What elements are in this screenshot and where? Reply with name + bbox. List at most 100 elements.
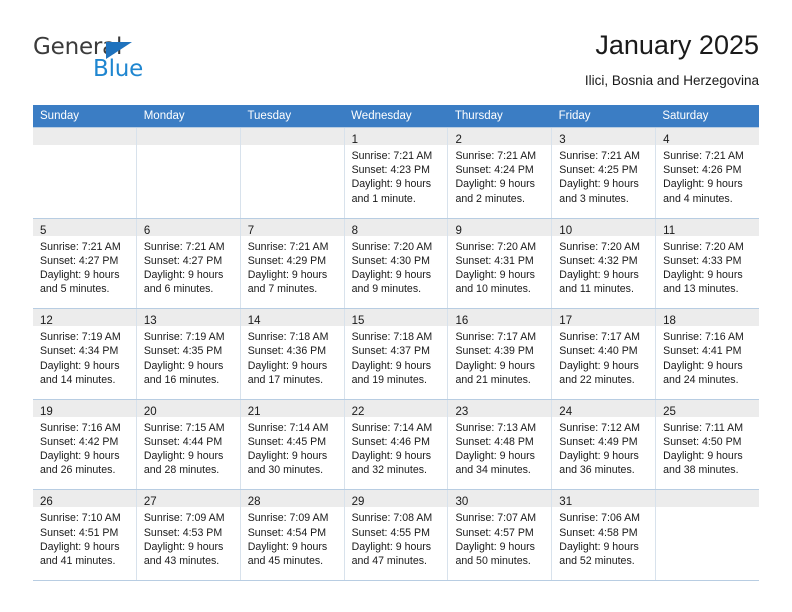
calendar-day-cell[interactable]: 1 Sunrise: 7:21 AM Sunset: 4:23 PM Daylight… bbox=[344, 128, 449, 218]
day-number: 25 bbox=[663, 405, 676, 418]
daylight-text: Daylight: 9 hours bbox=[351, 359, 432, 372]
day-number-bar: 29 bbox=[344, 490, 448, 508]
day-number: 12 bbox=[40, 315, 53, 328]
weekday-header-sunday: Sunday bbox=[40, 110, 80, 122]
weekday-header-thursday: Thursday bbox=[454, 110, 503, 122]
calendar-day-cell[interactable]: 12 Sunrise: 7:19 AM Sunset: 4:34 PM Dayligh… bbox=[33, 309, 137, 399]
sunrise-text: Sunrise: 7:21 AM bbox=[559, 150, 640, 162]
daylight-text: Daylight: 9 hours bbox=[455, 178, 535, 191]
calendar-day-cell[interactable]: 7 Sunrise: 7:21 AM Sunset: 4:29 PM Daylight… bbox=[240, 218, 345, 309]
daylight-text: Daylight: 9 hours bbox=[247, 269, 328, 281]
day-number: 8 bbox=[351, 224, 358, 237]
day-number: 10 bbox=[559, 224, 573, 237]
day-details bbox=[33, 145, 136, 149]
day-number-bar: 10 bbox=[552, 218, 656, 237]
sunrise-text: Sunrise: 7:21 AM bbox=[40, 240, 121, 253]
day-details: Sunrise: 7:16 AM Sunset: 4:41 PM Daylight:… bbox=[656, 326, 759, 387]
daylight-text: Daylight: 9 hours bbox=[351, 269, 432, 281]
sunrise-text: Sunrise: 7:14 AM bbox=[351, 421, 433, 434]
calendar-day-cell[interactable]: 20 Sunrise: 7:15 AM Sunset: 4:44 PM Dayligh… bbox=[136, 399, 241, 490]
daylight-text-cont: and 21 minutes. bbox=[455, 373, 531, 386]
calendar-day-cell[interactable]: 28 Sunrise: 7:09 AM Sunset: 4:54 PM Dayligh… bbox=[240, 490, 345, 580]
calendar-day-cell[interactable]: 27 Sunrise: 7:09 AM Sunset: 4:53 PM Dayligh… bbox=[136, 490, 241, 580]
calendar-day-cell[interactable]: 26 Sunrise: 7:10 AM Sunset: 4:51 PM Dayligh… bbox=[33, 490, 137, 580]
sunset-text: Sunset: 4:32 PM bbox=[559, 254, 638, 267]
calendar-day-cell[interactable]: 30 Sunrise: 7:07 AM Sunset: 4:57 PM Dayligh… bbox=[448, 490, 553, 580]
day-number-bar: 18 bbox=[656, 309, 760, 327]
calendar-day-cell[interactable]: 25 Sunrise: 7:11 AM Sunset: 4:50 PM Dayligh… bbox=[656, 399, 760, 490]
calendar-day-cell[interactable]: 2 Sunrise: 7:21 AM Sunset: 4:24 PM Daylight… bbox=[448, 128, 553, 218]
calendar-day-cell-empty bbox=[33, 128, 137, 218]
calendar-day-cell[interactable]: 31 Sunrise: 7:06 AM Sunset: 4:58 PM Dayligh… bbox=[552, 490, 657, 580]
daylight-text-cont: and 22 minutes. bbox=[559, 373, 635, 386]
calendar-day-cell[interactable]: 4 Sunrise: 7:21 AM Sunset: 4:26 PM Daylight… bbox=[656, 128, 760, 218]
day-details: Sunrise: 7:21 AM Sunset: 4:29 PM Daylight:… bbox=[241, 236, 344, 297]
calendar-week-row: 1 Sunrise: 7:21 AM Sunset: 4:23 PM Daylight… bbox=[33, 127, 760, 219]
day-number-bar: 5 bbox=[33, 218, 136, 237]
sunrise-text: Sunrise: 7:18 AM bbox=[351, 331, 433, 344]
calendar-day-cell[interactable]: 22 Sunrise: 7:14 AM Sunset: 4:46 PM Dayligh… bbox=[344, 399, 449, 490]
daylight-text-cont: and 3 minutes. bbox=[559, 192, 629, 205]
day-number: 30 bbox=[455, 496, 469, 509]
calendar-day-cell[interactable]: 18 Sunrise: 7:16 AM Sunset: 4:41 PM Dayligh… bbox=[656, 309, 760, 399]
sunset-text: Sunset: 4:33 PM bbox=[663, 254, 742, 267]
calendar-day-cell[interactable]: 5 Sunrise: 7:21 AM Sunset: 4:27 PM Daylight… bbox=[33, 218, 137, 309]
sunrise-text: Sunrise: 7:19 AM bbox=[143, 331, 225, 344]
brand-name-bottom: Blue bbox=[93, 56, 144, 82]
daylight-text: Daylight: 9 hours bbox=[40, 359, 120, 372]
calendar-day-cell[interactable]: 8 Sunrise: 7:20 AM Sunset: 4:30 PM Daylight… bbox=[344, 218, 449, 309]
calendar-day-cell[interactable]: 3 Sunrise: 7:21 AM Sunset: 4:25 PM Daylight… bbox=[552, 128, 657, 218]
calendar-day-cell[interactable]: 23 Sunrise: 7:13 AM Sunset: 4:48 PM Dayligh… bbox=[448, 399, 553, 490]
day-number: 27 bbox=[143, 496, 157, 509]
calendar-day-cell[interactable]: 14 Sunrise: 7:18 AM Sunset: 4:36 PM Dayligh… bbox=[240, 309, 345, 399]
sunrise-text: Sunrise: 7:16 AM bbox=[40, 421, 121, 434]
calendar-day-cell[interactable]: 24 Sunrise: 7:12 AM Sunset: 4:49 PM Dayligh… bbox=[552, 399, 657, 490]
calendar-day-cell[interactable]: 9 Sunrise: 7:20 AM Sunset: 4:31 PM Daylight… bbox=[448, 218, 553, 309]
calendar-day-cell[interactable]: 16 Sunrise: 7:17 AM Sunset: 4:39 PM Dayligh… bbox=[448, 309, 553, 399]
daylight-text: Daylight: 9 hours bbox=[559, 269, 639, 281]
daylight-text: Daylight: 9 hours bbox=[351, 450, 432, 463]
calendar-day-cell[interactable]: 21 Sunrise: 7:14 AM Sunset: 4:45 PM Dayligh… bbox=[240, 399, 345, 490]
daylight-text: Daylight: 9 hours bbox=[247, 540, 328, 553]
brand-logo[interactable]: General Blue bbox=[33, 34, 233, 90]
calendar-week-row: 26 Sunrise: 7:10 AM Sunset: 4:51 PM Dayligh… bbox=[33, 490, 760, 581]
day-details: Sunrise: 7:07 AM Sunset: 4:57 PM Daylight:… bbox=[448, 507, 551, 568]
day-details: Sunrise: 7:21 AM Sunset: 4:23 PM Daylight:… bbox=[345, 145, 448, 206]
day-number: 16 bbox=[455, 315, 469, 328]
day-number-bar: 31 bbox=[552, 490, 656, 508]
calendar-day-cell[interactable]: 6 Sunrise: 7:21 AM Sunset: 4:27 PM Daylight… bbox=[136, 218, 241, 309]
day-number: 17 bbox=[559, 315, 573, 328]
day-details: Sunrise: 7:21 AM Sunset: 4:24 PM Daylight:… bbox=[448, 145, 551, 206]
calendar-day-cell[interactable]: 11 Sunrise: 7:20 AM Sunset: 4:33 PM Dayligh… bbox=[656, 218, 760, 309]
day-number: 24 bbox=[559, 405, 573, 418]
calendar-day-cell[interactable]: 10 Sunrise: 7:20 AM Sunset: 4:32 PM Dayligh… bbox=[552, 218, 657, 309]
sunrise-text: Sunrise: 7:20 AM bbox=[559, 240, 640, 253]
day-number-bar: 6 bbox=[136, 218, 240, 237]
sunset-text: Sunset: 4:23 PM bbox=[351, 164, 430, 177]
day-number-bar: 19 bbox=[33, 399, 136, 418]
calendar-day-cell[interactable]: 13 Sunrise: 7:19 AM Sunset: 4:35 PM Dayligh… bbox=[136, 309, 241, 399]
sunset-text: Sunset: 4:46 PM bbox=[351, 435, 430, 448]
day-details: Sunrise: 7:14 AM Sunset: 4:45 PM Daylight:… bbox=[241, 417, 344, 478]
sunrise-text: Sunrise: 7:14 AM bbox=[247, 421, 329, 434]
daylight-text-cont: and 45 minutes. bbox=[247, 554, 324, 567]
day-number-bar: 9 bbox=[448, 218, 552, 237]
sunrise-text: Sunrise: 7:20 AM bbox=[351, 240, 433, 253]
sunrise-text: Sunrise: 7:07 AM bbox=[455, 512, 537, 525]
calendar-day-cell[interactable]: 15 Sunrise: 7:18 AM Sunset: 4:37 PM Dayligh… bbox=[344, 309, 449, 399]
calendar-day-cell[interactable]: 29 Sunrise: 7:08 AM Sunset: 4:55 PM Dayligh… bbox=[344, 490, 449, 580]
day-number: 22 bbox=[351, 405, 365, 418]
day-number-bar: 12 bbox=[33, 309, 136, 328]
daylight-text-cont: and 38 minutes. bbox=[663, 464, 739, 477]
calendar-day-cell[interactable]: 19 Sunrise: 7:16 AM Sunset: 4:42 PM Dayligh… bbox=[33, 399, 137, 490]
sunset-text: Sunset: 4:55 PM bbox=[351, 526, 430, 539]
day-details: Sunrise: 7:20 AM Sunset: 4:30 PM Daylight:… bbox=[345, 236, 448, 297]
sunrise-text: Sunrise: 7:16 AM bbox=[663, 331, 744, 344]
day-number: 20 bbox=[143, 405, 157, 418]
day-number: 14 bbox=[247, 315, 261, 328]
daylight-text-cont: and 7 minutes. bbox=[247, 283, 318, 296]
calendar-day-cell[interactable]: 17 Sunrise: 7:17 AM Sunset: 4:40 PM Dayligh… bbox=[552, 309, 657, 399]
day-number-bar: 16 bbox=[448, 309, 552, 328]
daylight-text-cont: and 32 minutes. bbox=[351, 464, 427, 477]
daylight-text: Daylight: 9 hours bbox=[455, 540, 535, 553]
